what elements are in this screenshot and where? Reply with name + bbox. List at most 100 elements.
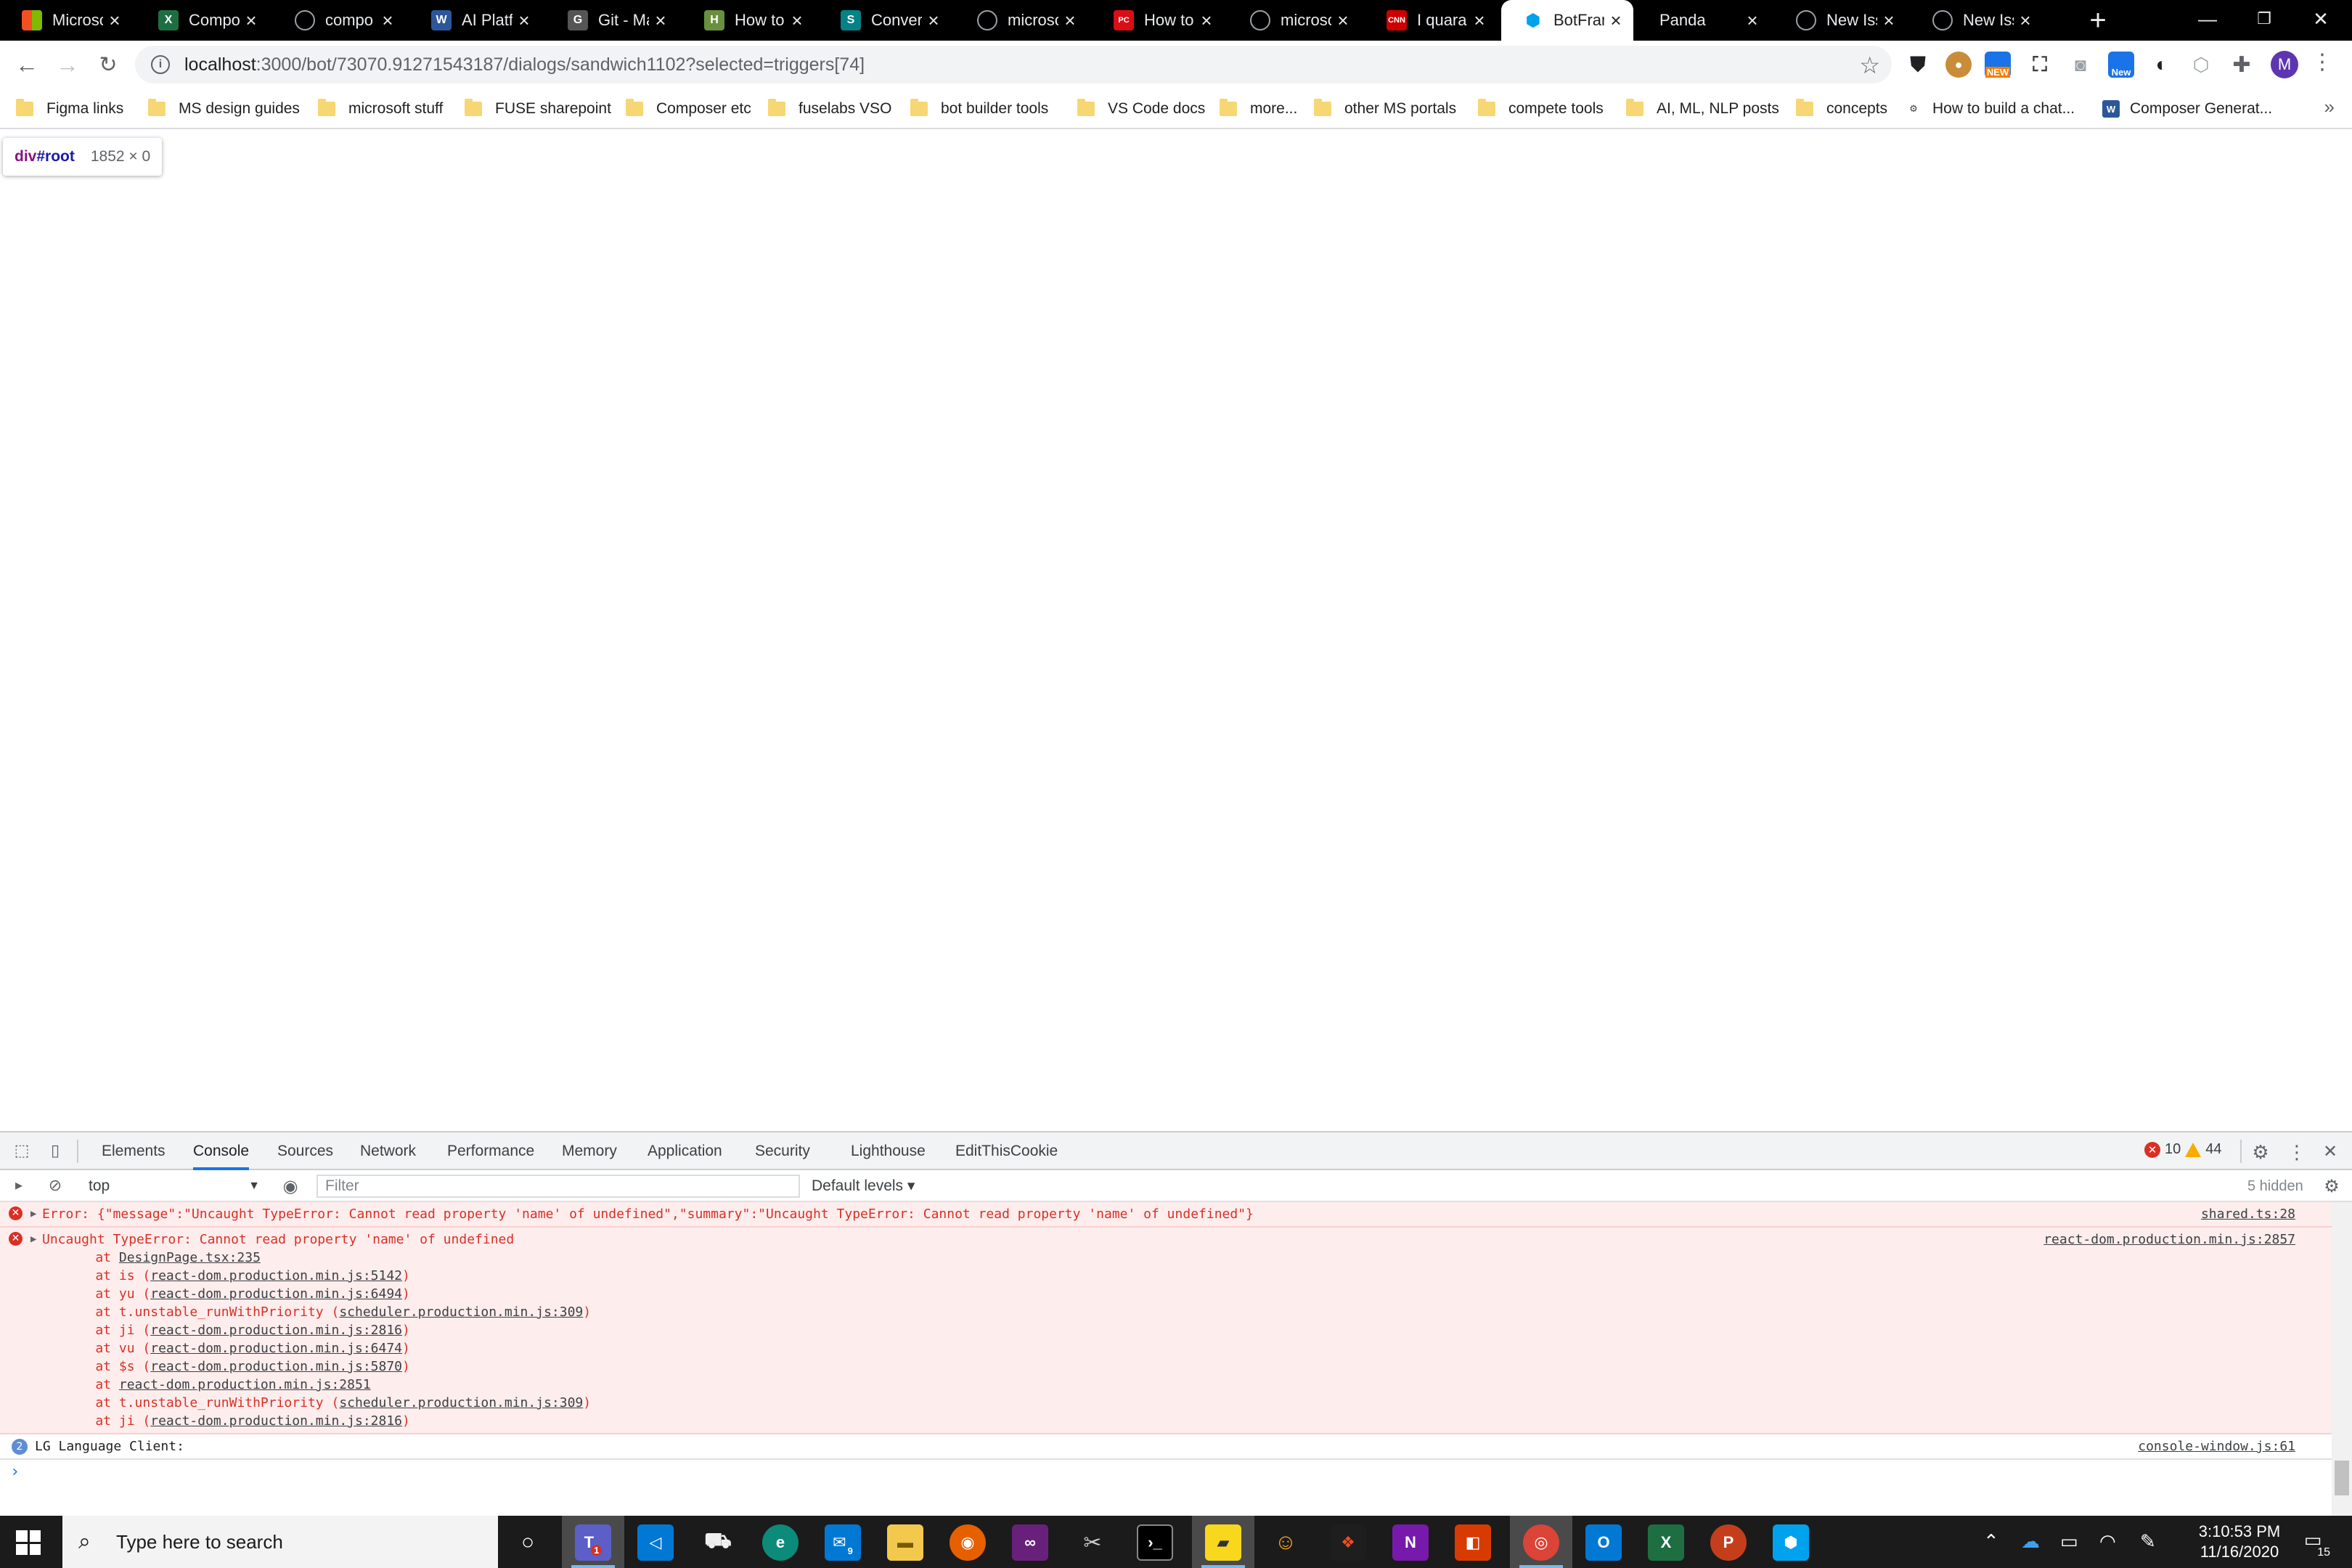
devtools-tab-network[interactable]: Network: [360, 1132, 416, 1170]
console-error-message[interactable]: ✕ ▶ Uncaught TypeError: Cannot read prop…: [0, 1228, 2332, 1434]
snipping-tool-icon[interactable]: ✂: [1074, 1524, 1111, 1561]
browser-tab[interactable]: New Iss×: [1774, 0, 1906, 41]
context-selector[interactable]: top ▼: [89, 1175, 260, 1198]
new-extension-icon[interactable]: NEW: [1985, 52, 2011, 78]
console-info-message[interactable]: 2 LG Language Client: console-window.js:…: [0, 1434, 2332, 1460]
devtools-tab-memory[interactable]: Memory: [562, 1132, 617, 1170]
bookmark-folder[interactable]: Figma links: [16, 94, 123, 123]
store-icon[interactable]: ⛟: [700, 1524, 736, 1561]
close-tab-icon[interactable]: ×: [922, 9, 945, 32]
puzzle-extensions-icon[interactable]: ✚: [2229, 52, 2255, 78]
browser-tab[interactable]: compo ×: [273, 0, 405, 41]
onedrive-icon[interactable]: ☁: [2021, 1530, 2040, 1553]
close-tab-icon[interactable]: ×: [513, 9, 536, 32]
forward-button[interactable]: →: [51, 48, 84, 81]
devtools-tab-security[interactable]: Security: [755, 1132, 810, 1170]
stack-location-link[interactable]: react-dom.production.min.js:2816: [150, 1323, 402, 1338]
excel-icon[interactable]: X: [1648, 1524, 1684, 1561]
vscode-icon[interactable]: ◁: [637, 1524, 674, 1561]
bot-framework-icon[interactable]: ⬢: [1773, 1524, 1809, 1561]
close-tab-icon[interactable]: ×: [2014, 9, 2037, 32]
url-text[interactable]: localhost:3000/bot/73070.91271543187/dia…: [184, 54, 865, 75]
close-tab-icon[interactable]: ×: [240, 9, 263, 32]
browser-tab[interactable]: PC How to ×: [1092, 0, 1224, 41]
windows-start-icon[interactable]: [16, 1530, 41, 1555]
close-tab-icon[interactable]: ×: [649, 9, 672, 32]
stack-location-link[interactable]: DesignPage.tsx:235: [119, 1250, 261, 1265]
info-source-link[interactable]: console-window.js:61: [2138, 1437, 2295, 1455]
bookmark-folder[interactable]: Composer etc: [626, 94, 751, 123]
devtools-tab-console[interactable]: Console: [193, 1132, 250, 1170]
stack-location-link[interactable]: react-dom.production.min.js:5142: [150, 1268, 402, 1283]
console-sidebar-icon[interactable]: ▸: [9, 1176, 29, 1196]
browser-tab[interactable]: S Convers×: [819, 0, 951, 41]
close-tab-icon[interactable]: ×: [1468, 9, 1491, 32]
stack-location-link[interactable]: scheduler.production.min.js:309: [339, 1304, 583, 1320]
system-clock[interactable]: 3:10:53 PM 11/16/2020: [2185, 1522, 2294, 1562]
bookmark-folder[interactable]: microsoft stuff: [318, 94, 443, 123]
stack-location-link[interactable]: react-dom.production.min.js:6494: [150, 1286, 402, 1302]
cat-app-icon[interactable]: ☺: [1267, 1524, 1304, 1561]
close-tab-icon[interactable]: ×: [1058, 9, 1082, 32]
clear-console-icon[interactable]: ⊘: [45, 1176, 65, 1196]
profile-avatar[interactable]: M: [2271, 51, 2298, 78]
scrollbar-thumb[interactable]: [2335, 1461, 2349, 1495]
new-tab-button[interactable]: +: [2082, 4, 2114, 36]
close-tab-icon[interactable]: ×: [1331, 9, 1355, 32]
browser-tab[interactable]: microso ×: [955, 0, 1087, 41]
browser-tab[interactable]: H How to ×: [682, 0, 814, 41]
cortana-icon[interactable]: ○: [510, 1524, 546, 1561]
show-hidden-icons-chevron-icon[interactable]: ⌃: [1983, 1530, 1999, 1553]
devtools-menu-icon[interactable]: ⋮: [2287, 1141, 2307, 1163]
devtools-tab-sources[interactable]: Sources: [277, 1132, 333, 1170]
devtools-tab-performance[interactable]: Performance: [447, 1132, 534, 1170]
dark-mode-extension-icon[interactable]: ◐: [2149, 52, 2175, 78]
stack-location-link[interactable]: react-dom.production.min.js:2851: [119, 1377, 371, 1392]
close-tab-icon[interactable]: ×: [1877, 9, 1900, 32]
minimize-icon[interactable]: —: [2175, 0, 2240, 41]
back-button[interactable]: ←: [10, 48, 44, 81]
stack-location-link[interactable]: react-dom.production.min.js:6474: [150, 1341, 402, 1356]
bookmark-folder[interactable]: concepts: [1796, 94, 1887, 123]
close-tab-icon[interactable]: ×: [103, 9, 126, 32]
screenshot-extension-icon[interactable]: ⛶: [2027, 52, 2053, 78]
devtools-settings-icon[interactable]: ⚙: [2250, 1141, 2271, 1163]
browser-tab[interactable]: microso ×: [1228, 0, 1360, 41]
cookie-extension-icon[interactable]: ●: [1945, 52, 1972, 78]
extension-icon[interactable]: ⬡: [2188, 52, 2214, 78]
bookmark-folder[interactable]: VS Code docs: [1077, 94, 1205, 123]
powerpoint-icon[interactable]: P: [1710, 1524, 1747, 1561]
browser-tab[interactable]: X Compo ×: [136, 0, 269, 41]
bookmark-folder[interactable]: fuselabs VSO: [768, 94, 891, 123]
bookmark-star-icon[interactable]: ☆: [1859, 52, 1880, 79]
devtools-tab-editthiscookie[interactable]: EditThisCookie: [955, 1132, 1058, 1170]
browser-tab[interactable]: ⬢ BotFram×: [1501, 0, 1633, 41]
log-levels-dropdown[interactable]: Default levels ▾: [812, 1175, 915, 1198]
shield-extension-icon[interactable]: ⛊: [1905, 52, 1931, 78]
file-explorer-icon[interactable]: ▬: [887, 1524, 923, 1561]
issue-counts[interactable]: ✕ 10 44: [2144, 1141, 2222, 1158]
firefox-icon[interactable]: ◉: [950, 1524, 986, 1561]
close-tab-icon[interactable]: ×: [1741, 9, 1764, 32]
figma-icon[interactable]: ❖: [1330, 1524, 1366, 1561]
console-filter-input[interactable]: Filter: [317, 1175, 800, 1198]
close-window-icon[interactable]: ✕: [2288, 0, 2352, 41]
devtools-tab-lighthouse[interactable]: Lighthouse: [851, 1132, 926, 1170]
bookmark-link[interactable]: W Composer Generat...: [2102, 94, 2272, 123]
bookmark-link[interactable]: ⚙ How to build a chat...: [1905, 94, 2075, 123]
console-scrollbar[interactable]: [2332, 1202, 2352, 1517]
close-tab-icon[interactable]: ×: [785, 9, 809, 32]
teams-icon[interactable]: T1: [575, 1524, 611, 1561]
close-tab-icon[interactable]: ×: [376, 9, 399, 32]
browser-tab[interactable]: Microso ×: [0, 0, 132, 41]
bookmark-folder[interactable]: other MS portals: [1314, 94, 1456, 123]
stack-location-link[interactable]: react-dom.production.min.js:2816: [150, 1413, 402, 1429]
live-expression-eye-icon[interactable]: ◉: [280, 1176, 301, 1196]
console-settings-icon[interactable]: ⚙: [2322, 1176, 2342, 1196]
notification-center-icon[interactable]: ▭ 15: [2300, 1529, 2330, 1559]
error-source-link[interactable]: shared.ts:28: [2201, 1205, 2295, 1223]
bookmark-folder[interactable]: MS design guides: [148, 94, 300, 123]
bookmark-folder[interactable]: FUSE sharepoint: [465, 94, 611, 123]
edge-icon[interactable]: e: [762, 1524, 799, 1561]
console-error-message[interactable]: ✕ ▶ Error: {"message":"Uncaught TypeErro…: [0, 1202, 2332, 1228]
